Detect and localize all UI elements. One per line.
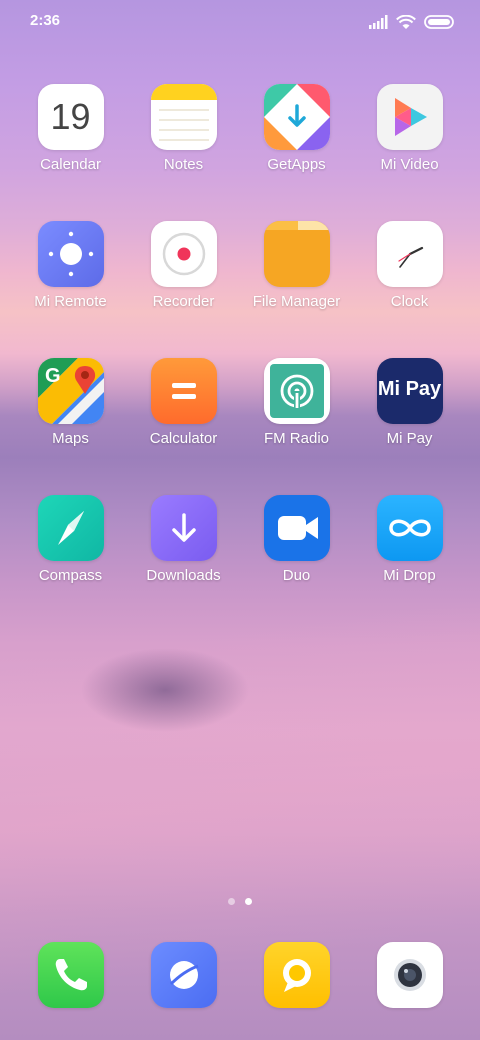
mi-remote-icon — [37, 221, 104, 287]
battery-icon — [424, 15, 454, 29]
app-label: Mi Remote — [34, 293, 107, 310]
app-mi-video[interactable]: Mi Video — [353, 84, 466, 221]
page-dot[interactable] — [228, 898, 235, 905]
mi-video-icon — [376, 84, 443, 150]
status-icons — [368, 12, 454, 32]
getapps-icon — [263, 84, 330, 150]
page-dot-active[interactable] — [245, 898, 252, 905]
app-fm-radio[interactable]: FM Radio — [240, 358, 353, 495]
dock-app-messaging[interactable] — [240, 942, 353, 1008]
app-compass[interactable]: Compass — [14, 495, 127, 632]
status-time: 2:36 — [30, 12, 61, 29]
app-mi-pay[interactable]: Mi Pay Mi Pay — [353, 358, 466, 495]
file-manager-icon — [263, 221, 330, 287]
page-indicator — [0, 898, 480, 906]
phone-icon — [37, 942, 104, 1008]
mi-pay-logo: Mi Pay — [377, 378, 442, 400]
app-label: FM Radio — [263, 430, 330, 447]
status-bar: 2:36 — [0, 0, 480, 44]
app-mi-remote[interactable]: Mi Remote — [14, 221, 127, 358]
recorder-icon — [150, 221, 217, 287]
dock-app-browser[interactable] — [127, 942, 240, 1008]
app-label: Calculator — [149, 430, 218, 447]
app-label: Clock — [390, 293, 429, 310]
compass-icon — [37, 495, 104, 561]
app-recorder[interactable]: Recorder — [127, 221, 240, 358]
app-label: GetApps — [267, 156, 326, 173]
app-grid: 19 Calendar Notes GetApps Mi Video Mi Re… — [14, 84, 466, 632]
app-mi-drop[interactable]: Mi Drop — [353, 495, 466, 632]
wifi-icon — [396, 14, 416, 29]
app-label: Duo — [282, 567, 311, 584]
app-label: Compass — [38, 567, 103, 584]
camera-icon — [376, 942, 443, 1008]
calendar-date: 19 — [50, 96, 91, 137]
downloads-icon — [150, 495, 217, 561]
svg-text:G: G — [45, 365, 61, 387]
app-duo[interactable]: Duo — [240, 495, 353, 632]
app-label: Mi Pay — [386, 430, 433, 447]
app-label: Mi Video — [380, 156, 439, 173]
app-label: Notes — [163, 156, 204, 173]
app-label: Maps — [52, 430, 89, 447]
dock-app-camera[interactable] — [353, 942, 466, 1008]
browser-icon — [150, 942, 217, 1008]
app-maps[interactable]: G Maps — [14, 358, 127, 495]
app-notes[interactable]: Notes — [127, 84, 240, 221]
app-calendar[interactable]: 19 Calendar — [14, 84, 127, 221]
dock — [14, 942, 466, 1008]
app-calculator[interactable]: Calculator — [127, 358, 240, 495]
fm-radio-icon — [263, 358, 330, 424]
app-clock[interactable]: Clock — [353, 221, 466, 358]
app-label: Recorder — [152, 293, 215, 310]
clock-icon — [376, 221, 443, 287]
app-label: Calendar — [40, 156, 101, 173]
mi-pay-icon: Mi Pay — [376, 358, 443, 424]
app-label: File Manager — [252, 293, 341, 310]
app-file-manager[interactable]: File Manager — [240, 221, 353, 358]
app-getapps[interactable]: GetApps — [240, 84, 353, 221]
notes-icon — [150, 84, 217, 150]
signal-icon — [369, 15, 388, 29]
mi-drop-icon — [376, 495, 443, 561]
app-label: Downloads — [146, 567, 221, 584]
app-downloads[interactable]: Downloads — [127, 495, 240, 632]
calculator-icon — [150, 358, 217, 424]
duo-icon — [263, 495, 330, 561]
app-label: Mi Drop — [383, 567, 436, 584]
maps-icon: G — [37, 358, 104, 424]
calendar-icon: 19 — [37, 84, 104, 150]
dock-app-phone[interactable] — [14, 942, 127, 1008]
messaging-icon — [263, 942, 330, 1008]
